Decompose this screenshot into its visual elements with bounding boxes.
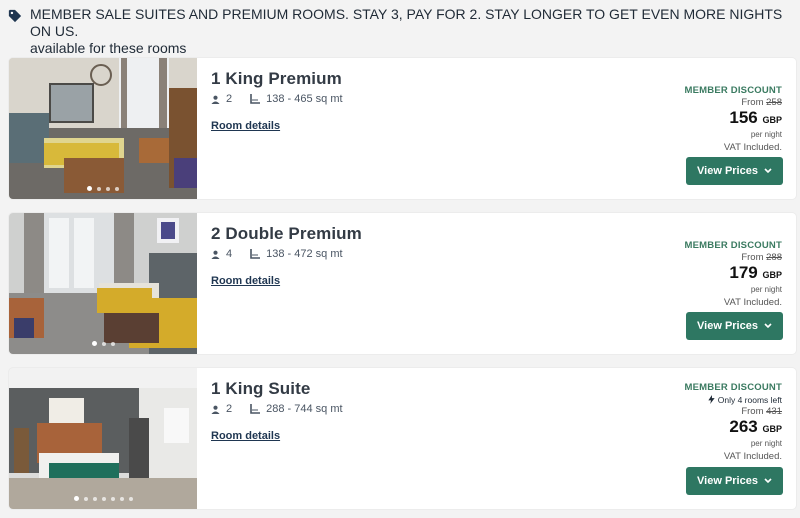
carousel-dots[interactable] [9,186,197,191]
promo-banner: MEMBER SALE SUITES AND PREMIUM ROOMS. ST… [8,6,798,57]
currency: GBP [762,115,782,125]
guest-count: 2 [226,93,233,105]
room-size: 288 - 744 sq mt [266,403,343,415]
carousel-dot[interactable] [92,496,97,501]
carousel-dot[interactable] [91,341,97,346]
carousel-dots[interactable] [9,496,197,501]
carousel-dot[interactable] [110,341,115,346]
chevron-down-icon [764,323,772,329]
original-price: 288 [766,252,782,263]
guest-count: 2 [226,403,233,415]
area-icon [250,249,261,259]
carousel-dot[interactable] [110,496,115,501]
guest-icon [211,95,220,104]
carousel-dot[interactable] [106,186,110,191]
room-size: 138 - 465 sq mt [266,93,343,105]
promo-headline: MEMBER SALE SUITES AND PREMIUM ROOMS. ST… [30,6,783,39]
chevron-down-icon [764,168,772,174]
room-photo[interactable] [9,368,197,509]
carousel-dot[interactable] [83,496,88,501]
from-price: From 258 [741,97,782,108]
currency: GBP [762,424,782,434]
original-price: 258 [766,97,782,108]
view-prices-label: View Prices [697,475,758,487]
view-prices-button[interactable]: View Prices [686,467,783,495]
nightly-price: 179 GBP [729,263,782,282]
nightly-price: 263 GBP [729,417,782,436]
carousel-dot[interactable] [128,496,133,501]
carousel-dot[interactable] [115,186,119,191]
room-card: 1 King Suite 2 288 - 744 sq mt Room deta… [9,368,796,509]
room-card: 1 King Premium 2 138 - 465 sq mt Room de… [9,58,796,199]
chevron-down-icon [764,478,772,484]
price-block: MEMBER DISCOUNT Only 4 rooms left From 4… [622,382,782,462]
area-icon [250,404,261,414]
room-name: 2 Double Premium [211,224,362,243]
member-discount-label: MEMBER DISCOUNT [684,382,782,393]
currency: GBP [762,270,782,280]
view-prices-label: View Prices [697,165,758,177]
carousel-dot[interactable] [97,186,101,191]
price-block: MEMBER DISCOUNT From 258 156 GBP per nig… [622,85,782,153]
rooms-left-text: Only 4 rooms left [717,395,782,405]
per-night-label: per night [750,285,782,294]
price-block: MEMBER DISCOUNT From 288 179 GBP per nig… [622,240,782,308]
nightly-price: 156 GBP [729,108,782,127]
room-details-link[interactable]: Room details [211,275,280,287]
view-prices-button[interactable]: View Prices [686,157,783,185]
room-name: 1 King Suite [211,379,311,398]
carousel-dot[interactable] [73,496,79,501]
guest-icon [211,250,220,259]
carousel-dot[interactable] [87,186,92,191]
room-size: 138 - 472 sq mt [266,248,343,260]
guest-count: 4 [226,248,233,260]
vat-label: VAT Included. [723,451,782,462]
area-icon [250,94,261,104]
room-card: 2 Double Premium 4 138 - 472 sq mt Room … [9,213,796,354]
lightning-icon [708,395,716,404]
view-prices-button[interactable]: View Prices [686,312,783,340]
guest-icon [211,405,220,414]
room-details-link[interactable]: Room details [211,430,280,442]
room-details-link[interactable]: Room details [211,120,280,132]
room-name: 1 King Premium [211,69,342,88]
per-night-label: per night [750,439,782,448]
promo-subline: available for these rooms [30,40,187,56]
from-price: From 431 [741,406,782,417]
from-price: From 288 [741,252,782,263]
tag-icon [8,9,22,23]
per-night-label: per night [750,130,782,139]
view-prices-label: View Prices [697,320,758,332]
room-photo[interactable] [9,58,197,199]
carousel-dot[interactable] [101,496,106,501]
original-price: 431 [766,406,782,417]
member-discount-label: MEMBER DISCOUNT [684,240,782,251]
member-discount-label: MEMBER DISCOUNT [684,85,782,96]
vat-label: VAT Included. [723,297,782,308]
carousel-dot[interactable] [119,496,124,501]
carousel-dot[interactable] [101,341,106,346]
vat-label: VAT Included. [723,142,782,153]
carousel-dots[interactable] [9,341,197,346]
rooms-left-notice: Only 4 rooms left [622,395,782,405]
room-photo[interactable] [9,213,197,354]
